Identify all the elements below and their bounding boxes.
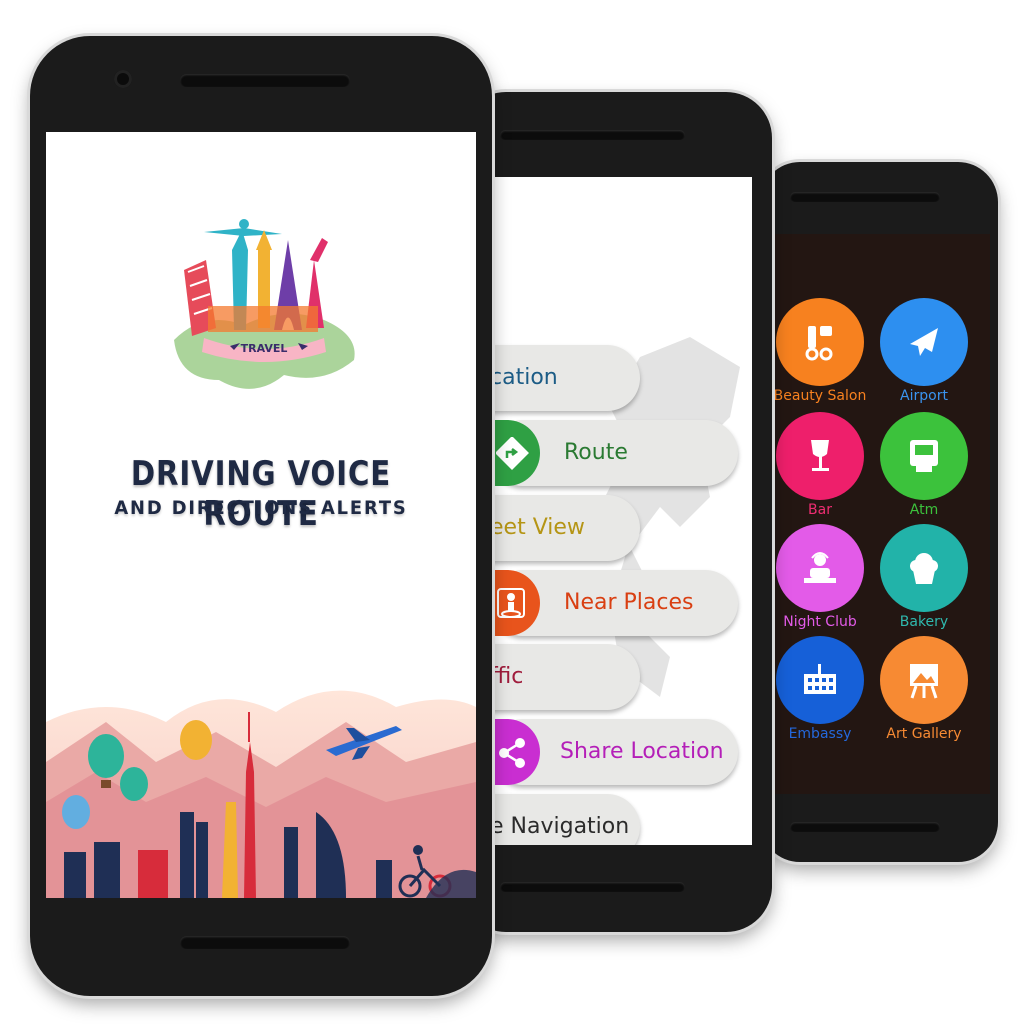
- dj-icon: [776, 524, 864, 612]
- category-bar[interactable]: Bar: [770, 412, 870, 518]
- menu-item-traffic[interactable]: ffic: [490, 644, 640, 710]
- city-skyline-illustration: [46, 652, 476, 898]
- earpiece-speaker: [180, 74, 350, 87]
- front-camera: [114, 70, 132, 88]
- building-icon: [776, 636, 864, 724]
- category-label: Night Club: [783, 614, 857, 630]
- category-embassy[interactable]: Embassy: [770, 636, 870, 742]
- categories-screen: Beauty Salon Airport Bar Atm Night Club: [770, 234, 990, 794]
- menu-item-label: e Navigation: [490, 814, 630, 839]
- menu-item-label: Share Location: [560, 739, 724, 764]
- menu-item-street-view[interactable]: eet View: [490, 495, 640, 561]
- app-title-line2: AND DIRECTIONS ALERTS: [114, 497, 408, 519]
- phone-categories: Beauty Salon Airport Bar Atm Night Club: [760, 162, 998, 862]
- share-icon: [490, 719, 540, 785]
- splash-screen: TRAVEL DRIVING VOICE ROUTE AND DIRECTION…: [46, 132, 476, 898]
- logo-banner-text: TRAVEL: [241, 342, 288, 355]
- menu-item-route[interactable]: Route: [490, 420, 738, 486]
- salon-icon: [776, 298, 864, 386]
- category-bakery[interactable]: Bakery: [874, 524, 974, 630]
- menu-item-share-location[interactable]: Share Location: [490, 719, 738, 785]
- category-label: Embassy: [788, 726, 852, 742]
- wine-glass-icon: [776, 412, 864, 500]
- cupcake-icon: [880, 524, 968, 612]
- menu-item-label: eet View: [490, 515, 585, 540]
- airplane-icon: [880, 298, 968, 386]
- category-label: Bakery: [899, 614, 949, 630]
- menu-item-label: Route: [564, 440, 628, 465]
- bottom-speaker: [500, 882, 685, 892]
- category-beauty-salon[interactable]: Beauty Salon: [770, 298, 870, 404]
- person-pin-icon: [490, 570, 540, 636]
- travel-logo: TRAVEL: [164, 210, 364, 410]
- atm-icon: [880, 412, 968, 500]
- phone-menu: cation Route eet View Near Places ffic S…: [460, 92, 772, 932]
- menu-item-label: ffic: [490, 664, 524, 689]
- app-title-line1: DRIVING VOICE ROUTE: [130, 454, 392, 534]
- menu-screen: cation Route eet View Near Places ffic S…: [490, 177, 752, 845]
- category-art-gallery[interactable]: Art Gallery: [874, 636, 974, 742]
- category-label: Art Gallery: [886, 726, 962, 742]
- earpiece-speaker: [790, 192, 940, 202]
- category-night-club[interactable]: Night Club: [770, 524, 870, 630]
- category-label: Atm: [909, 502, 939, 518]
- menu-item-location[interactable]: cation: [490, 345, 640, 411]
- direction-sign-icon: [490, 420, 540, 486]
- category-label: Airport: [900, 388, 948, 404]
- easel-icon: [880, 636, 968, 724]
- category-atm[interactable]: Atm: [874, 412, 974, 518]
- menu-item-voice-navigation[interactable]: e Navigation: [490, 794, 640, 845]
- menu-item-label: cation: [490, 365, 558, 390]
- bottom-speaker: [180, 936, 350, 949]
- category-label: Beauty Salon: [773, 388, 867, 404]
- earpiece-speaker: [500, 130, 685, 140]
- menu-item-near-places[interactable]: Near Places: [490, 570, 738, 636]
- phone-splash: TRAVEL DRIVING VOICE ROUTE AND DIRECTION…: [30, 36, 492, 996]
- menu-item-label: Near Places: [564, 590, 694, 615]
- category-airport[interactable]: Airport: [874, 298, 974, 404]
- category-label: Bar: [808, 502, 832, 518]
- bottom-speaker: [790, 822, 940, 832]
